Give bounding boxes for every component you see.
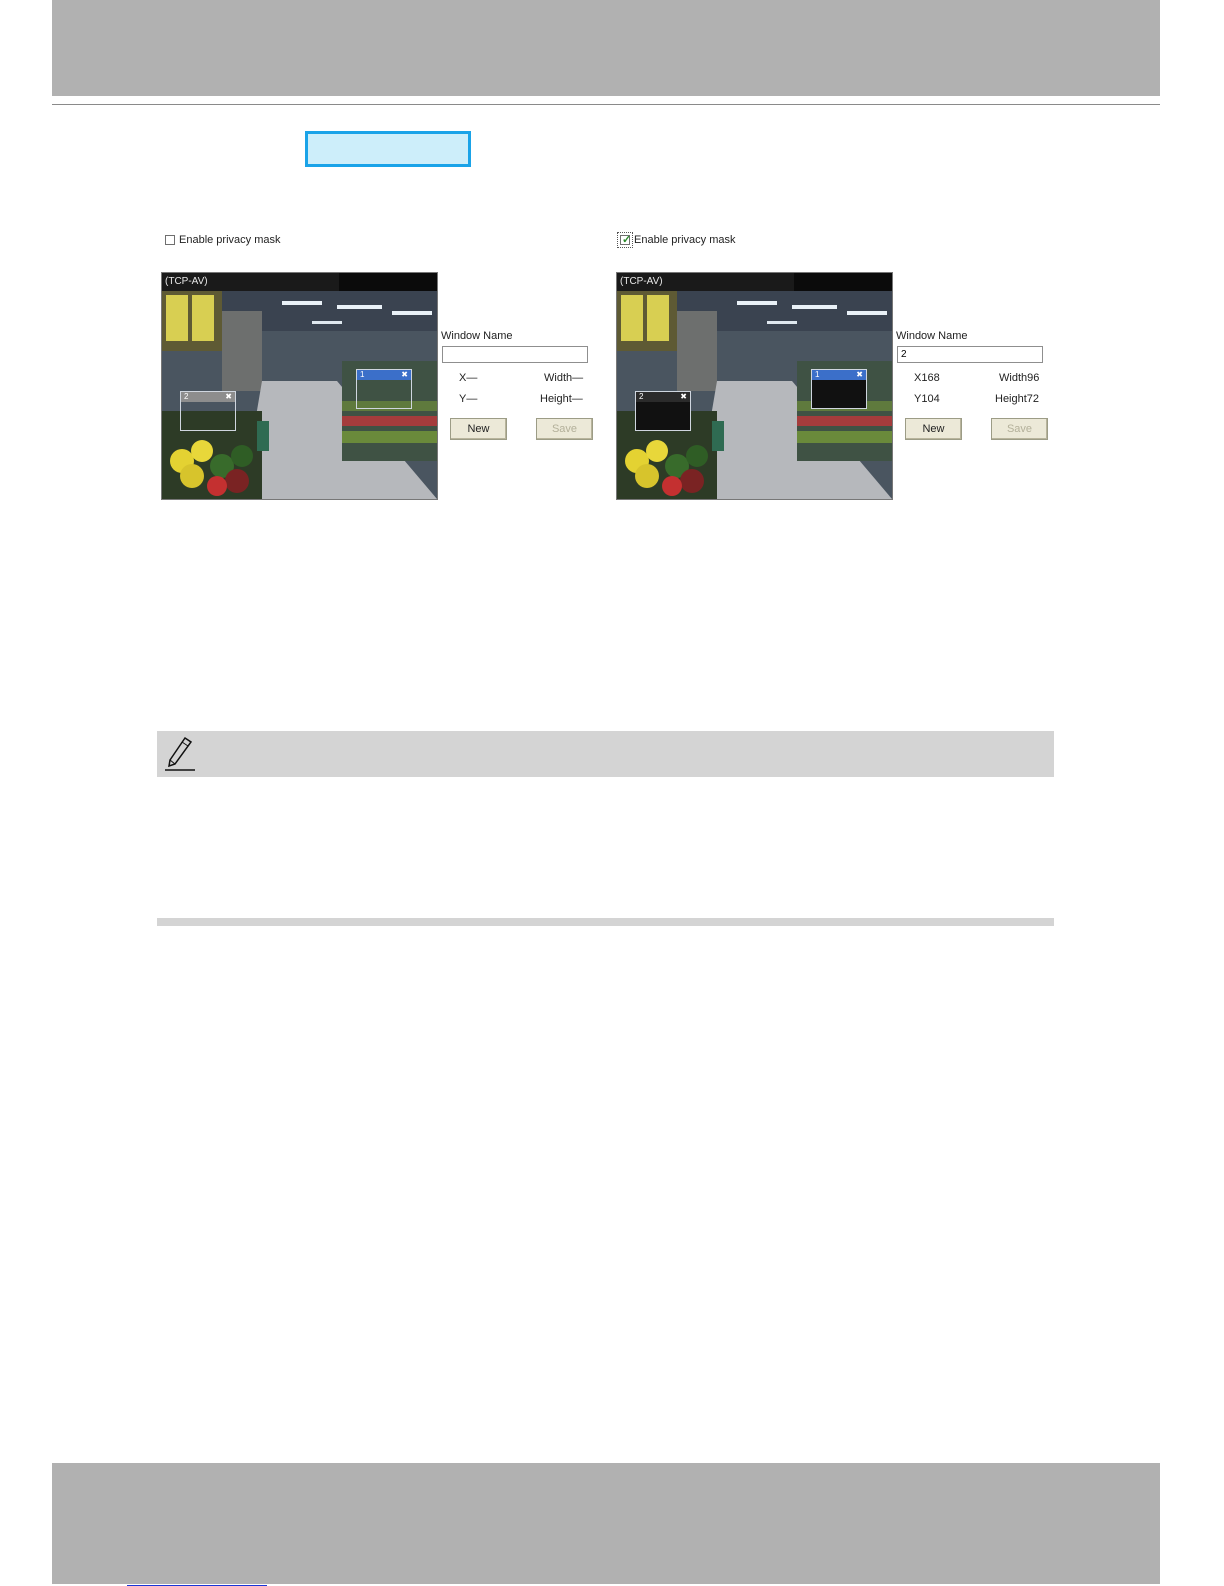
window-name-label: Window Name bbox=[441, 330, 513, 342]
video-titlebar-dark-area bbox=[794, 273, 892, 291]
privacy-mask-panel-disabled: Enable privacy mask (TCP-AV) 1 ✖ 2 ✖ Win… bbox=[160, 226, 610, 516]
enable-privacy-mask-label: Enable privacy mask bbox=[179, 234, 281, 246]
video-titlebar: (TCP-AV) bbox=[617, 273, 892, 291]
width-value: Width96 bbox=[999, 372, 1040, 384]
highlight-box bbox=[305, 131, 471, 167]
close-icon[interactable]: ✖ bbox=[401, 370, 408, 380]
mask-window-header[interactable]: 2 ✖ bbox=[181, 392, 235, 402]
save-button[interactable]: Save bbox=[991, 418, 1048, 440]
note-bottom-rule bbox=[157, 918, 1054, 926]
new-button[interactable]: New bbox=[905, 418, 962, 440]
privacy-mask-window-2[interactable]: 2 ✖ bbox=[180, 391, 236, 431]
pencil-icon bbox=[165, 736, 195, 771]
y-coordinate: Y— bbox=[459, 393, 478, 405]
window-name-input[interactable] bbox=[897, 346, 1043, 363]
enable-privacy-mask-checkbox[interactable]: ✓ bbox=[617, 232, 633, 248]
page-header-band bbox=[52, 0, 1160, 96]
save-button[interactable]: Save bbox=[536, 418, 593, 440]
close-icon[interactable]: ✖ bbox=[680, 392, 687, 402]
note-bar bbox=[157, 731, 1054, 777]
window-name-label: Window Name bbox=[896, 330, 968, 342]
checkmark-icon: ✓ bbox=[622, 234, 632, 246]
close-icon[interactable]: ✖ bbox=[225, 392, 232, 402]
enable-privacy-mask-row[interactable]: Enable privacy mask bbox=[165, 234, 281, 246]
video-titlebar: (TCP-AV) bbox=[162, 273, 437, 291]
privacy-mask-window-1[interactable]: 1 ✖ bbox=[811, 369, 867, 409]
page-footer-band bbox=[52, 1463, 1160, 1584]
video-preview[interactable]: (TCP-AV) 1 ✖ 2 ✖ bbox=[161, 272, 438, 500]
enable-privacy-mask-row[interactable]: ✓ Enable privacy mask bbox=[617, 232, 736, 248]
y-coordinate: Y104 bbox=[914, 393, 940, 405]
mask-window-id: 1 bbox=[360, 370, 365, 379]
video-title: (TCP-AV) bbox=[165, 276, 208, 287]
privacy-mask-window-1[interactable]: 1 ✖ bbox=[356, 369, 412, 409]
width-value: Width— bbox=[544, 372, 584, 384]
enable-privacy-mask-checkbox[interactable] bbox=[165, 235, 175, 245]
mask-window-id: 1 bbox=[815, 370, 820, 379]
new-button[interactable]: New bbox=[450, 418, 507, 440]
mask-window-header[interactable]: 1 ✖ bbox=[812, 370, 866, 380]
video-preview[interactable]: (TCP-AV) 1 ✖ 2 ✖ bbox=[616, 272, 893, 500]
window-name-input[interactable] bbox=[442, 346, 588, 363]
mask-window-header[interactable]: 2 ✖ bbox=[636, 392, 690, 402]
privacy-mask-window-2[interactable]: 2 ✖ bbox=[635, 391, 691, 431]
video-title: (TCP-AV) bbox=[620, 276, 663, 287]
mask-window-id: 2 bbox=[184, 392, 189, 401]
enable-privacy-mask-label: Enable privacy mask bbox=[634, 234, 736, 246]
x-coordinate: X— bbox=[459, 372, 478, 384]
mask-window-id: 2 bbox=[639, 392, 644, 401]
height-value: Height72 bbox=[995, 393, 1040, 405]
mask-window-header[interactable]: 1 ✖ bbox=[357, 370, 411, 380]
close-icon[interactable]: ✖ bbox=[856, 370, 863, 380]
header-rule bbox=[52, 104, 1160, 105]
height-value: Height— bbox=[540, 393, 583, 405]
video-titlebar-dark-area bbox=[339, 273, 437, 291]
x-coordinate: X168 bbox=[914, 372, 940, 384]
privacy-mask-panel-enabled: ✓ Enable privacy mask (TCP-AV) 1 ✖ 2 ✖ W… bbox=[615, 226, 1065, 516]
